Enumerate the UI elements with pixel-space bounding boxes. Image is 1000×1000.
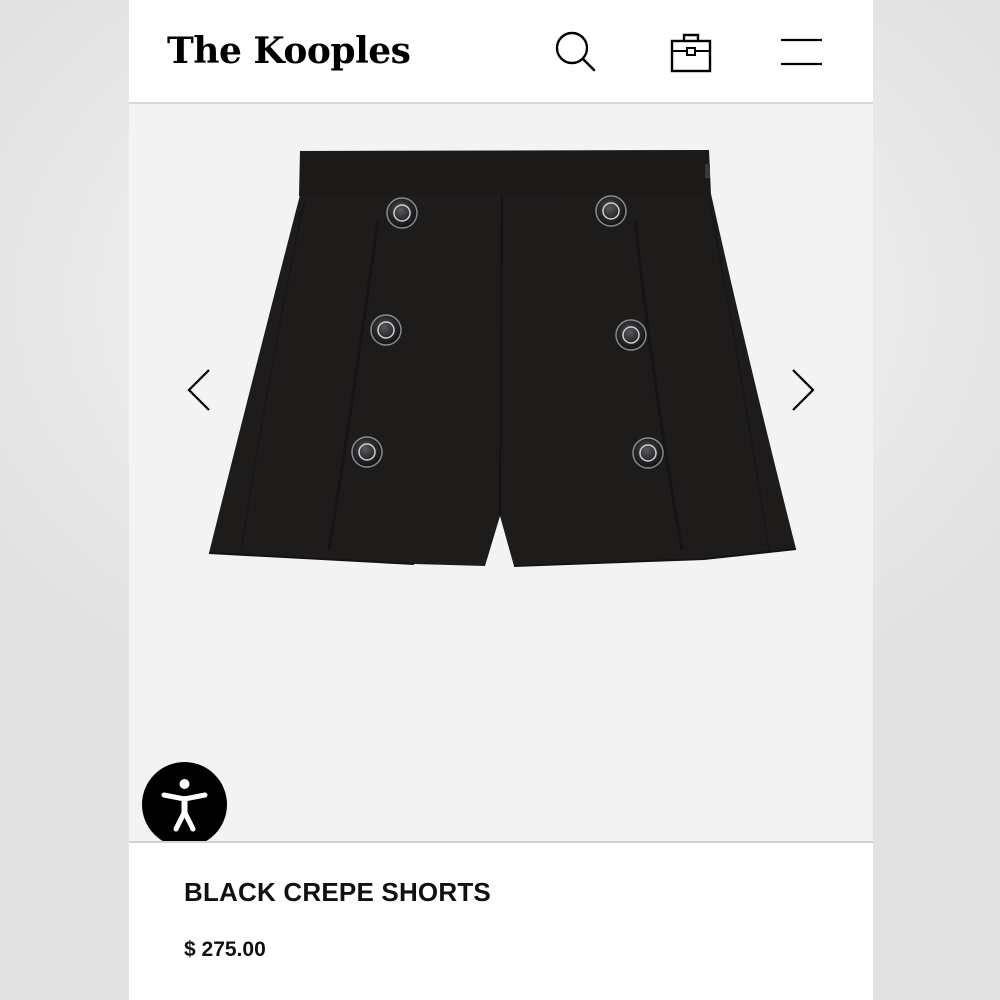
mobile-page: The Kooples BLACK CREPE SHORTS $ 275.00 (129, 0, 873, 1000)
accessibility-icon (161, 779, 208, 832)
hamburger-menu-icon[interactable] (777, 28, 825, 76)
chevron-right-icon[interactable] (785, 366, 821, 414)
site-header: The Kooples (129, 0, 873, 104)
black-crepe-shorts-photo (208, 150, 797, 567)
product-title: BLACK CREPE SHORTS (184, 877, 491, 907)
product-gallery (129, 104, 873, 847)
search-icon[interactable] (552, 28, 600, 76)
brand-logo[interactable]: The Kooples (167, 27, 411, 75)
product-info: BLACK CREPE SHORTS $ 275.00 (129, 841, 873, 1000)
product-price: $ 275.00 (184, 938, 266, 961)
chevron-left-icon[interactable] (181, 366, 217, 414)
shopping-bag-icon[interactable] (667, 28, 715, 76)
accessibility-button[interactable] (142, 762, 227, 847)
